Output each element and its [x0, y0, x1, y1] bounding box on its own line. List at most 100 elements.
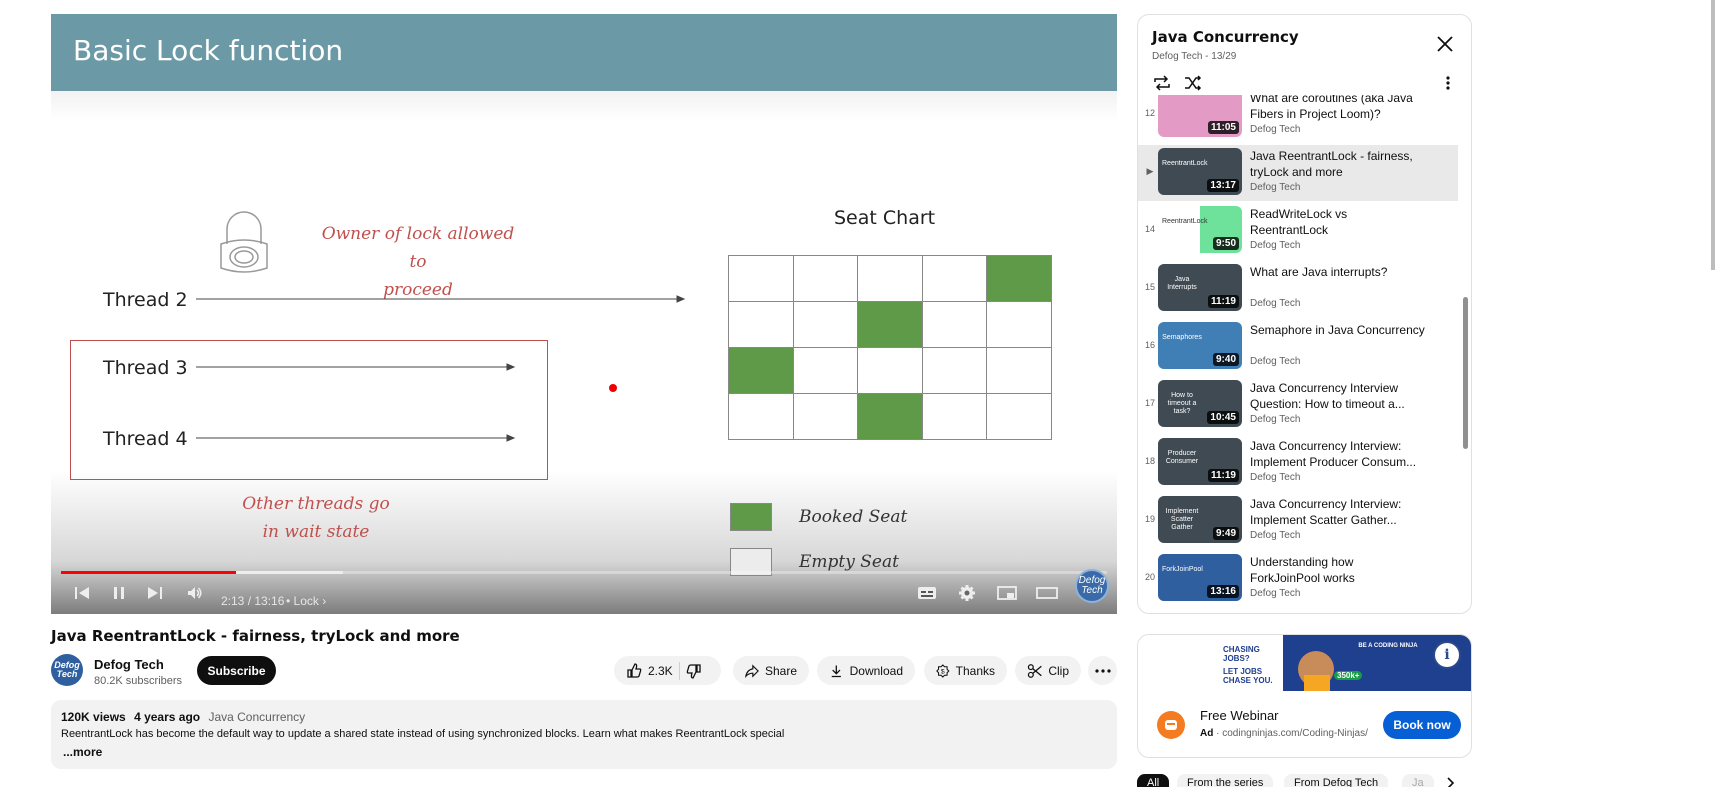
playlist-item[interactable]: 14 ReentrantLock 9:50 ReadWriteLock vs Reen… [1138, 203, 1458, 259]
dislike-button[interactable] [686, 663, 702, 679]
playlist-item[interactable]: 16 Semaphores 9:40 Semaphore in Java Concur… [1138, 319, 1458, 375]
playlist-item-title[interactable]: What are Java interrupts? [1250, 264, 1425, 280]
thumbnail-text: ReentrantLock [1162, 160, 1208, 167]
ad-title[interactable]: Free Webinar [1200, 708, 1279, 723]
playlist-item-thumbnail[interactable]: ForkJoinPool 13:16 [1158, 554, 1242, 601]
thumbnail-text: ReentrantLock [1162, 218, 1208, 225]
ad-domain-line: Ad · codingninjas.com/Coding-Ninjas/ [1200, 728, 1368, 739]
like-count: 2.3K [648, 663, 673, 678]
playlist-scrollbar[interactable] [1463, 297, 1468, 449]
page-scrollbar[interactable] [1711, 0, 1715, 270]
playlist-item-title[interactable]: ReadWriteLock vs ReentrantLock [1250, 206, 1425, 238]
playlist-item-thumbnail[interactable]: Semaphores 9:40 [1158, 322, 1242, 369]
playlist-item-thumbnail[interactable]: ReentrantLock 13:17 [1158, 148, 1242, 195]
ad-banner[interactable]: CHASING JOBS? LET JOBS CHASE YOU. BE A C… [1138, 635, 1471, 691]
thumbnail-text: ForkJoinPool [1162, 566, 1203, 573]
playlist-item[interactable]: 12 11:05 What are coroutines (aka Java Fib… [1138, 95, 1458, 143]
series-link[interactable]: Java Concurrency [208, 710, 305, 724]
playlist-item-title[interactable]: What are coroutines (aka Java Fibers in … [1250, 95, 1425, 122]
thread-2-label: Thread 2 [103, 289, 188, 311]
ad-banner-line1: CHASING JOBS? [1223, 645, 1260, 663]
progress-bar[interactable] [61, 571, 1107, 574]
channel-name[interactable]: Defog Tech [94, 657, 164, 672]
playlist-item[interactable]: 18 Producer Consumer 11:19 Java Concurrency… [1138, 435, 1458, 491]
chapter-title[interactable]: • Lock › [286, 594, 326, 608]
settings-button[interactable] [955, 582, 979, 604]
subtitles-button[interactable] [915, 582, 939, 604]
mute-button[interactable] [184, 582, 206, 604]
ad-info-button[interactable]: i [1433, 641, 1461, 669]
miniplayer-icon [997, 586, 1017, 600]
wait-note-line2: in wait state [262, 522, 370, 542]
close-playlist-button[interactable] [1434, 33, 1456, 55]
ad-label: Ad [1200, 728, 1214, 739]
seat-empty [987, 394, 1052, 440]
playlist-item-title[interactable]: Java Concurrency Interview: Implement Sc… [1250, 496, 1425, 528]
pause-icon [114, 587, 124, 599]
download-icon [831, 665, 841, 677]
empty-seat-legend: Empty Seat [799, 552, 899, 572]
playlist-item-index: 18 [1144, 456, 1155, 466]
playlist-item-thumbnail[interactable]: ReentrantLock 9:50 [1158, 206, 1242, 253]
theater-mode-button[interactable] [1035, 582, 1059, 604]
skip-next-icon [148, 587, 162, 599]
chips-next-button[interactable] [1443, 776, 1459, 787]
pause-button[interactable] [108, 582, 130, 604]
book-now-button[interactable]: Book now [1383, 711, 1461, 739]
playlist-item[interactable]: 15 Java Interrupts 11:19 What are Java inte… [1138, 261, 1458, 317]
playlist-item[interactable]: 17 How to timeout a task? 10:45 Java Concur… [1138, 377, 1458, 433]
previous-button[interactable] [71, 582, 93, 604]
channel-watermark[interactable]: Defog Tech [1075, 569, 1109, 603]
subscribe-button[interactable]: Subscribe [197, 656, 276, 685]
download-button[interactable]: Download [817, 656, 915, 685]
playlist-item-thumbnail[interactable]: How to timeout a task? 10:45 [1158, 380, 1242, 427]
miniplayer-button[interactable] [995, 582, 1019, 604]
thanks-button[interactable]: $ Thanks [924, 656, 1007, 685]
seat-chart-title: Seat Chart [834, 207, 936, 229]
share-button[interactable]: Share [733, 656, 809, 685]
playlist-item-channel: Defog Tech [1250, 182, 1301, 193]
playlist-item-title[interactable]: Java Concurrency Interview: Implement Pr… [1250, 438, 1425, 470]
progress-played [61, 571, 236, 574]
chip-from-series[interactable]: From the series [1177, 774, 1274, 787]
playlist-item-thumbnail[interactable]: Implement Scatter Gather 9:49 [1158, 496, 1242, 543]
captions-icon [918, 587, 936, 599]
playlist-title[interactable]: Java Concurrency [1152, 28, 1299, 46]
shuffle-playlist-button[interactable] [1183, 73, 1203, 93]
seat-empty [858, 256, 923, 302]
playlist-item-thumbnail[interactable]: Java Interrupts 11:19 [1158, 264, 1242, 311]
clip-button[interactable]: Clip [1015, 656, 1081, 685]
description-box[interactable]: 120K views 4 years ago Java Concurrency … [51, 700, 1117, 769]
chapter-label: • Lock [286, 594, 319, 608]
playlist-item-title[interactable]: Java ReentrantLock - fairness, tryLock a… [1250, 148, 1425, 180]
advertiser-logo[interactable] [1157, 711, 1185, 739]
playlist-menu-button[interactable] [1440, 73, 1456, 93]
seat-empty [793, 256, 858, 302]
avatar[interactable]: Defog Tech [51, 654, 83, 686]
playlist-item-title[interactable]: Understanding how ForkJoinPool works [1250, 554, 1425, 586]
seat-empty [922, 348, 987, 394]
video-player[interactable]: Basic Lock function Owner of lock allowe… [51, 14, 1117, 614]
chip-java[interactable]: Ja [1402, 774, 1434, 787]
playlist-item-thumbnail[interactable]: 11:05 [1158, 95, 1242, 137]
subscriber-count: 80.2K subscribers [94, 675, 183, 687]
playlist-item-title[interactable]: Java Concurrency Interview Question: How… [1250, 380, 1425, 412]
playlist-item-title[interactable]: Semaphore in Java Concurrency [1250, 322, 1425, 338]
playlist-item[interactable]: 19 Implement Scatter Gather 9:49 Java Concu… [1138, 493, 1458, 549]
close-icon [1437, 36, 1453, 52]
next-button[interactable] [144, 582, 166, 604]
description-more-link[interactable]: ...more [63, 745, 102, 759]
seat-empty [729, 256, 794, 302]
loop-playlist-button[interactable] [1152, 73, 1172, 93]
thumbnail-text: How to timeout a task? [1167, 392, 1197, 415]
playlist-item[interactable]: ▶ ReentrantLock 13:17 Java ReentrantLock - … [1138, 145, 1458, 201]
playlist-item[interactable]: 20 ForkJoinPool 13:16 Understanding how For… [1138, 551, 1458, 607]
shuffle-icon [1185, 75, 1202, 91]
playlist-item-thumbnail[interactable]: Producer Consumer 11:19 [1158, 438, 1242, 485]
seat-empty [922, 394, 987, 440]
ad-card[interactable]: CHASING JOBS? LET JOBS CHASE YOU. BE A C… [1137, 634, 1472, 758]
more-actions-button[interactable] [1088, 656, 1117, 685]
chip-from-channel[interactable]: From Defog Tech [1284, 774, 1389, 787]
chip-all[interactable]: All [1137, 774, 1170, 787]
like-button[interactable]: 2.3K [626, 662, 673, 679]
